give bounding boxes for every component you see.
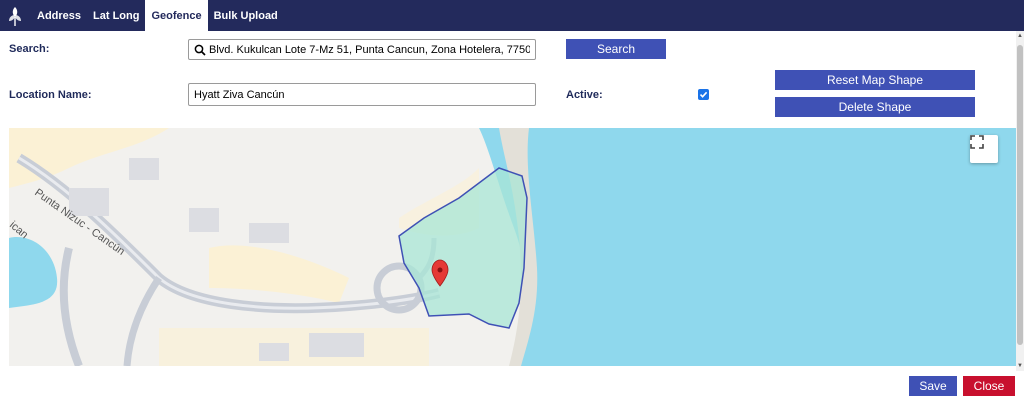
tab-address[interactable]: Address (31, 0, 87, 31)
tab-lat-long[interactable]: Lat Long (87, 0, 145, 31)
search-icon (194, 44, 206, 56)
search-label: Search: (9, 43, 50, 55)
search-input[interactable]: Blvd. Kukulcan Lote 7-Mz 51, Punta Cancu… (188, 39, 536, 60)
map-canvas[interactable]: Punta Nizuc - Cancún ican (9, 128, 1016, 366)
active-label: Active: (566, 89, 603, 101)
fullscreen-button[interactable] (970, 135, 998, 163)
scroll-down-arrow-icon[interactable]: ▼ (1016, 361, 1024, 371)
location-name-value: Hyatt Ziva Cancún (194, 88, 285, 101)
save-button[interactable]: Save (909, 376, 957, 396)
scroll-up-arrow-icon[interactable]: ▲ (1016, 31, 1024, 41)
tab-geofence[interactable]: Geofence (145, 0, 208, 31)
location-name-input[interactable]: Hyatt Ziva Cancún (188, 83, 536, 106)
search-input-value: Blvd. Kukulcan Lote 7-Mz 51, Punta Cancu… (209, 43, 530, 56)
fullscreen-icon (970, 135, 984, 149)
search-button[interactable]: Search (566, 39, 666, 59)
app-logo-icon (0, 0, 30, 31)
top-nav-bar: Address Lat Long Geofence Bulk Upload (0, 0, 1024, 31)
delete-shape-button[interactable]: Delete Shape (775, 97, 975, 117)
active-checkbox[interactable] (698, 89, 709, 100)
scroll-thumb[interactable] (1017, 45, 1023, 345)
reset-map-shape-button[interactable]: Reset Map Shape (775, 70, 975, 90)
close-button[interactable]: Close (963, 376, 1015, 396)
geofence-panel: Search: Blvd. Kukulcan Lote 7-Mz 51, Pun… (0, 31, 1016, 371)
location-name-label: Location Name: (9, 89, 92, 101)
tab-bulk-upload[interactable]: Bulk Upload (208, 0, 284, 31)
check-icon (699, 91, 708, 98)
map-drawing: Punta Nizuc - Cancún ican (9, 128, 538, 366)
vertical-scrollbar[interactable]: ▲ ▼ (1016, 31, 1024, 371)
